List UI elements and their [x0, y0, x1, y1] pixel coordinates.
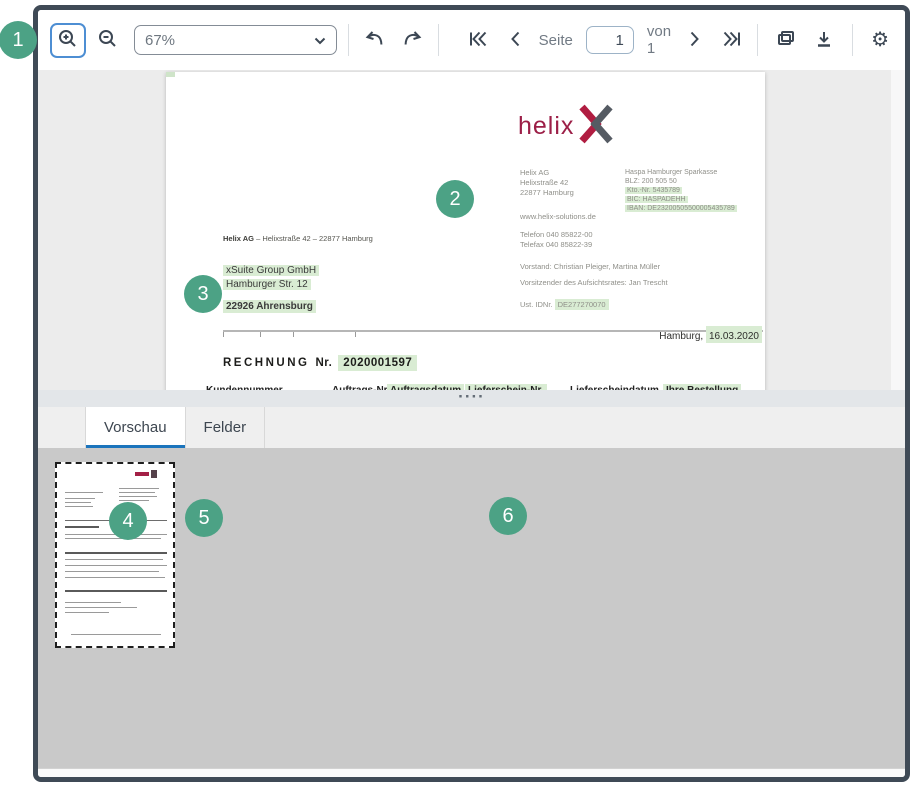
info-field-ihre-bestellung: Ihre Bestellung 4500000089	[663, 380, 741, 390]
toolbar-divider	[852, 24, 853, 56]
letterhead-chairman: Vorsitzender des Aufsichtsrates: Jan Tre…	[520, 278, 668, 288]
undo-icon	[364, 30, 386, 51]
toolbar-divider	[348, 24, 349, 56]
page-label: Seite	[539, 32, 573, 49]
document-viewer-window: 67%	[33, 5, 910, 782]
next-page-button[interactable]	[684, 27, 706, 54]
tab-vorschau[interactable]: Vorschau	[85, 407, 186, 448]
zoom-in-button[interactable]	[50, 23, 86, 58]
chevron-down-icon	[314, 32, 326, 49]
page-navigation: Seite von 1	[464, 23, 746, 57]
field-highlight-recipient-street[interactable]: Hamburger Str. 12	[223, 279, 311, 290]
first-page-button[interactable]	[464, 27, 491, 54]
field-highlight-invoice-number[interactable]: 2020001597	[338, 355, 417, 371]
invoice-title-line: RECHNUNGNr.2020001597	[223, 357, 417, 369]
field-highlight-account-number[interactable]: Kto.-Nr. 5435789	[625, 187, 682, 194]
helix-logo-x-icon	[579, 102, 613, 151]
fold-tick	[223, 332, 224, 337]
annotation-badge-4: 4	[109, 502, 147, 540]
city-date-line: Hamburg, 16.03.2020	[659, 326, 762, 343]
fold-tick	[260, 332, 261, 337]
info-field-lieferschein-nr: Lieferschein-Nr. 761749	[465, 380, 547, 390]
toolbar-right-group: ⚙	[753, 24, 893, 56]
toolbar-divider	[438, 24, 439, 56]
chevron-right-icon	[688, 31, 702, 50]
toolbar: 67%	[38, 10, 905, 70]
document-viewer[interactable]: helix Helix AG Helixstraße 42 22877 Hamb…	[38, 70, 905, 390]
field-highlight-recipient-city[interactable]: 22926 Ahrensburg	[223, 300, 316, 313]
previous-page-button[interactable]	[504, 27, 526, 54]
zoom-in-icon	[57, 28, 79, 53]
screenshot-canvas: 67%	[0, 0, 916, 787]
tab-label: Vorschau	[104, 419, 167, 436]
gear-icon: ⚙	[871, 30, 889, 50]
last-page-button[interactable]	[719, 27, 746, 54]
vertical-scrollbar[interactable]	[891, 70, 905, 390]
fold-tick	[355, 332, 356, 337]
last-page-icon	[723, 31, 742, 50]
annotation-badge-5: 5	[185, 499, 223, 537]
copy-pages-button[interactable]	[772, 26, 800, 55]
download-button[interactable]	[810, 26, 838, 55]
thumbnail-page-1[interactable]	[55, 462, 175, 648]
zoom-level-value: 67%	[145, 32, 175, 49]
page-total-label: von 1	[647, 23, 671, 57]
sender-line: Helix AG – Helixstraße 42 – 22877 Hambur…	[223, 234, 373, 243]
settings-button[interactable]: ⚙	[867, 26, 893, 54]
zoom-out-icon	[97, 28, 119, 53]
page-corner-highlight	[166, 72, 175, 77]
field-highlight-bic[interactable]: BIC: HASPADEHH	[625, 196, 688, 203]
recipient-address: xSuite Group GmbH Hamburger Str. 12 2292…	[223, 264, 319, 314]
helix-logo: helix	[518, 102, 613, 151]
panel-splitter[interactable]: ····	[38, 390, 905, 407]
toolbar-divider	[757, 24, 758, 56]
zoom-level-select[interactable]: 67%	[134, 25, 337, 55]
bottom-tabs: Vorschau Felder	[38, 407, 905, 448]
annotation-badge-6: 6	[489, 497, 527, 535]
redo-icon	[401, 30, 423, 51]
info-field-kundennummer: Kundennummer 499761	[203, 380, 286, 390]
redo-button[interactable]	[397, 26, 427, 55]
download-icon	[814, 30, 834, 51]
stacked-pages-icon	[776, 30, 796, 51]
thumbnail-panel	[38, 448, 905, 768]
page-number-input[interactable]	[586, 26, 634, 54]
letterhead-bank: Haspa Hamburger Sparkasse BLZ: 200 505 5…	[625, 168, 737, 213]
field-highlight-recipient-name[interactable]: xSuite Group GmbH	[223, 265, 319, 276]
letterhead-website: www.helix-solutions.de	[520, 212, 596, 222]
thumbnail-logo-x	[151, 470, 157, 478]
field-highlight-vat-id[interactable]: DE277270070	[555, 299, 609, 310]
zoom-out-button[interactable]	[93, 24, 123, 57]
horizontal-scrollbar[interactable]	[38, 768, 905, 777]
field-highlight-invoice-date[interactable]: 16.03.2020	[706, 326, 762, 343]
tab-felder[interactable]: Felder	[186, 407, 266, 448]
thumbnail-logo	[135, 472, 149, 476]
info-field-auftrags-nr: Auftrags-Nr. 559318	[329, 380, 393, 390]
field-highlight-iban[interactable]: IBAN: DE23200505500005435789	[625, 205, 737, 212]
annotation-badge-3: 3	[184, 275, 222, 313]
letterhead-address: Helix AG Helixstraße 42 22877 Hamburg	[520, 168, 574, 198]
undo-button[interactable]	[360, 26, 390, 55]
letterhead-phones: Telefon 040 85822-00 Telefax 040 85822-3…	[520, 230, 593, 250]
fold-tick	[293, 332, 294, 337]
tab-label: Felder	[204, 419, 247, 436]
letterhead-board: Vorstand: Christian Pleiger, Martina Mül…	[520, 262, 660, 272]
first-page-icon	[468, 31, 487, 50]
info-field-lieferscheindatum: Lieferscheindatum 20.01.2020	[567, 380, 662, 390]
invoice-page: helix Helix AG Helixstraße 42 22877 Hamb…	[166, 72, 765, 390]
annotation-badge-1: 1	[0, 21, 37, 59]
info-field-auftragsdatum: Auftragsdatum 10.01.2020	[387, 380, 464, 390]
annotation-badge-2: 2	[436, 180, 474, 218]
chevron-left-icon	[508, 31, 522, 50]
letterhead-vat: Ust. IDNr. DE277270070	[520, 300, 609, 310]
helix-logo-text: helix	[518, 112, 574, 141]
